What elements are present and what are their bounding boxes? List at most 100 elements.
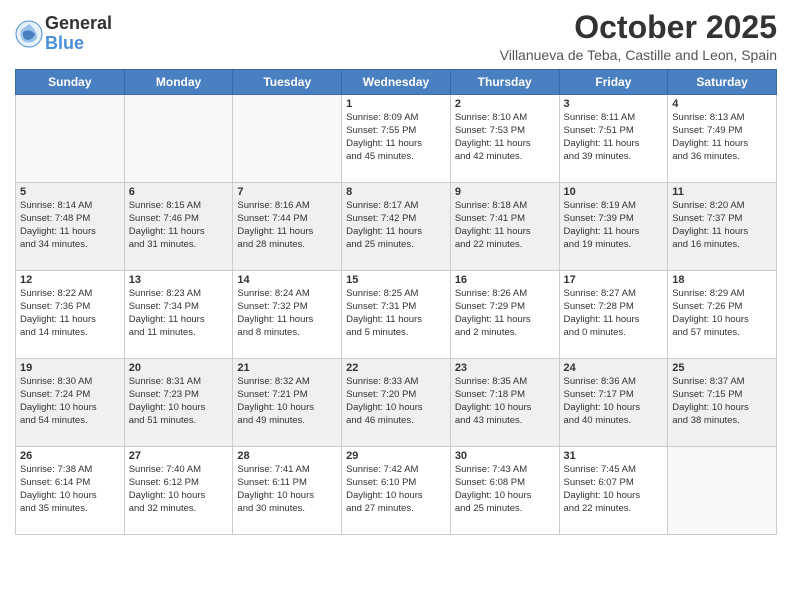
week-row-1: 1Sunrise: 8:09 AMSunset: 7:55 PMDaylight…	[16, 95, 777, 183]
cal-cell: 28Sunrise: 7:41 AMSunset: 6:11 PMDayligh…	[233, 447, 342, 535]
cell-info-line: and 16 minutes.	[672, 239, 772, 252]
cell-info-line: Sunrise: 8:15 AM	[129, 200, 229, 213]
cal-cell: 17Sunrise: 8:27 AMSunset: 7:28 PMDayligh…	[559, 271, 668, 359]
day-header-sunday: Sunday	[16, 70, 125, 95]
cell-info-line: Sunset: 7:51 PM	[564, 125, 664, 138]
cell-info-line: Sunset: 7:41 PM	[455, 213, 555, 226]
day-number: 13	[129, 274, 229, 286]
cal-cell: 22Sunrise: 8:33 AMSunset: 7:20 PMDayligh…	[342, 359, 451, 447]
week-row-4: 19Sunrise: 8:30 AMSunset: 7:24 PMDayligh…	[16, 359, 777, 447]
cal-cell: 26Sunrise: 7:38 AMSunset: 6:14 PMDayligh…	[16, 447, 125, 535]
day-number: 20	[129, 362, 229, 374]
cell-info-line: Sunset: 7:17 PM	[564, 389, 664, 402]
cell-info-line: Sunrise: 8:31 AM	[129, 376, 229, 389]
day-header-thursday: Thursday	[450, 70, 559, 95]
cell-info-line: Daylight: 11 hours	[237, 226, 337, 239]
cell-info-line: Sunrise: 7:43 AM	[455, 464, 555, 477]
cell-info-line: and 28 minutes.	[237, 239, 337, 252]
cell-info-line: Daylight: 11 hours	[672, 226, 772, 239]
cell-info-line: Sunset: 7:15 PM	[672, 389, 772, 402]
day-number: 23	[455, 362, 555, 374]
cal-cell: 30Sunrise: 7:43 AMSunset: 6:08 PMDayligh…	[450, 447, 559, 535]
cell-info-line: Sunset: 6:12 PM	[129, 477, 229, 490]
cell-info-line: and 32 minutes.	[129, 503, 229, 516]
cell-info-line: Sunset: 7:26 PM	[672, 301, 772, 314]
cell-info-line: Daylight: 10 hours	[129, 490, 229, 503]
cell-info-line: Sunset: 6:10 PM	[346, 477, 446, 490]
cell-info-line: Sunset: 7:28 PM	[564, 301, 664, 314]
cell-info-line: and 36 minutes.	[672, 151, 772, 164]
cell-info-line: Sunset: 7:23 PM	[129, 389, 229, 402]
cell-info-line: Sunset: 6:11 PM	[237, 477, 337, 490]
cell-info-line: Sunset: 7:49 PM	[672, 125, 772, 138]
cell-info-line: Sunrise: 8:29 AM	[672, 288, 772, 301]
day-number: 14	[237, 274, 337, 286]
cell-info-line: and 39 minutes.	[564, 151, 664, 164]
cell-info-line: and 40 minutes.	[564, 415, 664, 428]
cal-cell: 31Sunrise: 7:45 AMSunset: 6:07 PMDayligh…	[559, 447, 668, 535]
calendar-table: SundayMondayTuesdayWednesdayThursdayFrid…	[15, 69, 777, 535]
cell-info-line: and 42 minutes.	[455, 151, 555, 164]
cell-info-line: and 57 minutes.	[672, 327, 772, 340]
cal-cell: 14Sunrise: 8:24 AMSunset: 7:32 PMDayligh…	[233, 271, 342, 359]
cell-info-line: Sunrise: 8:26 AM	[455, 288, 555, 301]
cell-info-line: Sunrise: 8:11 AM	[564, 112, 664, 125]
day-number: 4	[672, 98, 772, 110]
cell-info-line: and 46 minutes.	[346, 415, 446, 428]
day-number: 18	[672, 274, 772, 286]
cal-cell: 15Sunrise: 8:25 AMSunset: 7:31 PMDayligh…	[342, 271, 451, 359]
day-number: 27	[129, 450, 229, 462]
cell-info-line: Daylight: 11 hours	[564, 314, 664, 327]
cal-cell: 2Sunrise: 8:10 AMSunset: 7:53 PMDaylight…	[450, 95, 559, 183]
cell-info-line: Sunrise: 7:45 AM	[564, 464, 664, 477]
day-number: 29	[346, 450, 446, 462]
cell-info-line: Sunrise: 7:40 AM	[129, 464, 229, 477]
cal-cell: 8Sunrise: 8:17 AMSunset: 7:42 PMDaylight…	[342, 183, 451, 271]
cell-info-line: Sunset: 7:53 PM	[455, 125, 555, 138]
cal-cell: 7Sunrise: 8:16 AMSunset: 7:44 PMDaylight…	[233, 183, 342, 271]
cal-cell: 19Sunrise: 8:30 AMSunset: 7:24 PMDayligh…	[16, 359, 125, 447]
cal-cell	[16, 95, 125, 183]
cell-info-line: Sunrise: 8:14 AM	[20, 200, 120, 213]
cell-info-line: and 51 minutes.	[129, 415, 229, 428]
day-header-row: SundayMondayTuesdayWednesdayThursdayFrid…	[16, 70, 777, 95]
cal-cell: 10Sunrise: 8:19 AMSunset: 7:39 PMDayligh…	[559, 183, 668, 271]
week-row-2: 5Sunrise: 8:14 AMSunset: 7:48 PMDaylight…	[16, 183, 777, 271]
day-number: 24	[564, 362, 664, 374]
day-number: 1	[346, 98, 446, 110]
day-number: 8	[346, 186, 446, 198]
cell-info-line: and 5 minutes.	[346, 327, 446, 340]
cell-info-line: Sunset: 7:21 PM	[237, 389, 337, 402]
cell-info-line: and 45 minutes.	[346, 151, 446, 164]
day-number: 16	[455, 274, 555, 286]
cell-info-line: Sunrise: 8:09 AM	[346, 112, 446, 125]
cal-cell	[233, 95, 342, 183]
logo-blue: Blue	[45, 34, 112, 54]
cell-info-line: Sunset: 7:36 PM	[20, 301, 120, 314]
day-number: 19	[20, 362, 120, 374]
cal-cell	[124, 95, 233, 183]
month-title: October 2025	[500, 10, 777, 45]
logo-text: General Blue	[45, 14, 112, 54]
day-header-saturday: Saturday	[668, 70, 777, 95]
cell-info-line: Sunset: 7:37 PM	[672, 213, 772, 226]
day-number: 10	[564, 186, 664, 198]
cal-cell: 21Sunrise: 8:32 AMSunset: 7:21 PMDayligh…	[233, 359, 342, 447]
cell-info-line: Sunrise: 7:42 AM	[346, 464, 446, 477]
cell-info-line: Sunrise: 8:24 AM	[237, 288, 337, 301]
cell-info-line: Sunrise: 8:32 AM	[237, 376, 337, 389]
cell-info-line: and 54 minutes.	[20, 415, 120, 428]
cell-info-line: Sunset: 7:20 PM	[346, 389, 446, 402]
cell-info-line: Daylight: 10 hours	[564, 490, 664, 503]
cal-cell: 16Sunrise: 8:26 AMSunset: 7:29 PMDayligh…	[450, 271, 559, 359]
cell-info-line: Sunset: 6:08 PM	[455, 477, 555, 490]
cell-info-line: and 14 minutes.	[20, 327, 120, 340]
cell-info-line: Sunset: 7:44 PM	[237, 213, 337, 226]
location-subtitle: Villanueva de Teba, Castille and Leon, S…	[500, 47, 777, 63]
day-number: 3	[564, 98, 664, 110]
cell-info-line: and 19 minutes.	[564, 239, 664, 252]
cell-info-line: Daylight: 11 hours	[564, 226, 664, 239]
cell-info-line: Sunrise: 8:18 AM	[455, 200, 555, 213]
cell-info-line: and 49 minutes.	[237, 415, 337, 428]
day-number: 31	[564, 450, 664, 462]
